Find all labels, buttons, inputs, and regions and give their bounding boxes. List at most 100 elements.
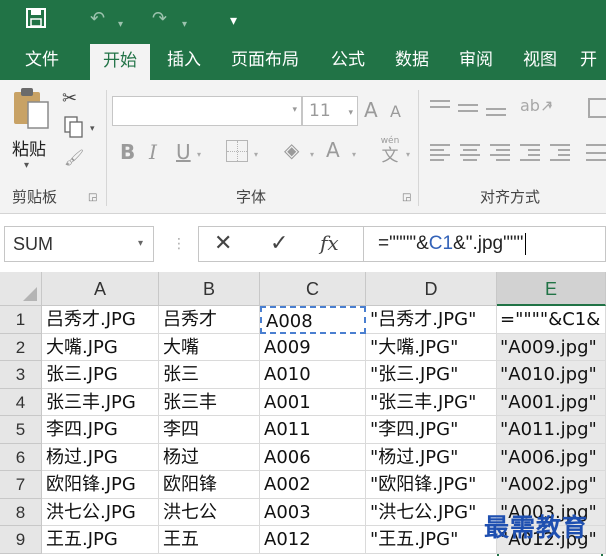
cell-e6[interactable]: "A006.jpg" bbox=[497, 443, 606, 471]
cell-c1[interactable]: A008 bbox=[260, 306, 366, 334]
cell-c9[interactable]: A012 bbox=[260, 526, 366, 554]
cell-e5[interactable]: "A011.jpg" bbox=[497, 416, 606, 444]
row-header[interactable]: 7 bbox=[0, 471, 42, 499]
name-box-dropdown-icon[interactable]: ▾ bbox=[138, 227, 143, 261]
undo-dropdown-icon[interactable]: ▾ bbox=[118, 14, 123, 36]
formula-bar-resize-handle[interactable]: ⋮ bbox=[172, 236, 186, 252]
row-header[interactable]: 9 bbox=[0, 526, 42, 554]
cell-c5[interactable]: A011 bbox=[260, 416, 366, 444]
cell-e3[interactable]: "A010.jpg" bbox=[497, 361, 606, 389]
tab-file[interactable]: 文件 bbox=[14, 40, 70, 80]
save-icon[interactable] bbox=[26, 8, 46, 28]
fill-color-icon[interactable]: ◈ bbox=[284, 138, 299, 162]
copy-icon[interactable] bbox=[64, 116, 84, 138]
wrap-text-icon[interactable] bbox=[588, 98, 606, 118]
cell-c4[interactable]: A001 bbox=[260, 388, 366, 416]
cell-a2[interactable]: 大嘴.JPG bbox=[42, 333, 159, 361]
paste-icon[interactable] bbox=[10, 86, 50, 130]
borders-dropdown-icon[interactable]: ▾ bbox=[254, 150, 258, 159]
cell-b1[interactable]: 吕秀才 bbox=[159, 306, 260, 334]
insert-function-icon[interactable]: fx bbox=[320, 231, 339, 255]
row-header[interactable]: 8 bbox=[0, 498, 42, 526]
cell-a3[interactable]: 张三.JPG bbox=[42, 361, 159, 389]
cell-d7[interactable]: "欧阳锋.JPG" bbox=[366, 471, 497, 499]
top-align-icon[interactable] bbox=[430, 100, 450, 116]
tab-data[interactable]: 数据 bbox=[384, 40, 440, 80]
cell-e7[interactable]: "A002.jpg" bbox=[497, 471, 606, 499]
cell-a7[interactable]: 欧阳锋.JPG bbox=[42, 471, 159, 499]
increase-font-size-icon[interactable]: A bbox=[364, 98, 378, 122]
cell-d1[interactable]: "吕秀才.JPG" bbox=[366, 306, 497, 334]
cell-b3[interactable]: 张三 bbox=[159, 361, 260, 389]
align-center-icon[interactable] bbox=[460, 144, 480, 161]
decrease-font-size-icon[interactable]: A bbox=[390, 102, 401, 121]
format-painter-icon[interactable]: 🖌 bbox=[64, 148, 84, 167]
cell-e2[interactable]: "A009.jpg" bbox=[497, 333, 606, 361]
cell-b8[interactable]: 洪七公 bbox=[159, 498, 260, 526]
phonetic-dropdown-icon[interactable]: ▾ bbox=[406, 150, 410, 159]
redo-icon[interactable]: ↷ bbox=[152, 8, 167, 30]
select-all-button[interactable] bbox=[0, 272, 42, 306]
tab-insert[interactable]: 插入 bbox=[156, 40, 212, 80]
row-header[interactable]: 6 bbox=[0, 443, 42, 471]
tab-home[interactable]: 开始 bbox=[90, 44, 150, 80]
italic-button[interactable]: I bbox=[149, 140, 157, 164]
font-name-dropdown-icon[interactable]: ▾ bbox=[292, 105, 297, 115]
row-header[interactable]: 5 bbox=[0, 416, 42, 444]
cell-a8[interactable]: 洪七公.JPG bbox=[42, 498, 159, 526]
row-header[interactable]: 1 bbox=[0, 306, 42, 334]
row-header[interactable]: 2 bbox=[0, 333, 42, 361]
font-size-combobox[interactable]: 11 ▾ bbox=[302, 96, 358, 126]
column-header-c[interactable]: C bbox=[260, 272, 366, 306]
tab-developer[interactable]: 开 bbox=[580, 40, 606, 80]
name-box[interactable]: SUM ▾ bbox=[4, 226, 154, 262]
bottom-align-icon[interactable] bbox=[486, 104, 506, 120]
undo-icon[interactable]: ↶ bbox=[90, 8, 105, 30]
font-size-dropdown-icon[interactable]: ▾ bbox=[348, 99, 353, 127]
clipboard-launcher-icon[interactable]: ◲ bbox=[88, 192, 97, 203]
merge-center-icon[interactable] bbox=[586, 144, 606, 161]
cell-d8[interactable]: "洪七公.JPG" bbox=[366, 498, 497, 526]
font-color-icon[interactable]: A bbox=[326, 138, 340, 162]
cell-d5[interactable]: "李四.JPG" bbox=[366, 416, 497, 444]
cell-a5[interactable]: 李四.JPG bbox=[42, 416, 159, 444]
cell-c8[interactable]: A003 bbox=[260, 498, 366, 526]
paste-button[interactable]: 粘贴 bbox=[12, 135, 46, 160]
orientation-dropdown-icon[interactable]: ▾ bbox=[548, 102, 552, 111]
cell-b2[interactable]: 大嘴 bbox=[159, 333, 260, 361]
tab-review[interactable]: 审阅 bbox=[448, 40, 504, 80]
cell-b4[interactable]: 张三丰 bbox=[159, 388, 260, 416]
fill-color-dropdown-icon[interactable]: ▾ bbox=[310, 150, 314, 159]
decrease-indent-icon[interactable] bbox=[520, 144, 540, 161]
column-header-b[interactable]: B bbox=[159, 272, 260, 306]
align-right-icon[interactable] bbox=[490, 144, 510, 161]
cell-a9[interactable]: 王五.JPG bbox=[42, 526, 159, 554]
column-header-e[interactable]: E bbox=[497, 272, 606, 306]
font-name-combobox[interactable]: ▾ bbox=[112, 96, 302, 126]
cell-e4[interactable]: "A001.jpg" bbox=[497, 388, 606, 416]
copy-dropdown-icon[interactable]: ▾ bbox=[90, 124, 95, 134]
column-header-d[interactable]: D bbox=[366, 272, 497, 306]
middle-align-icon[interactable] bbox=[458, 102, 478, 118]
borders-icon[interactable] bbox=[226, 140, 248, 162]
align-left-icon[interactable] bbox=[430, 144, 450, 161]
font-color-dropdown-icon[interactable]: ▾ bbox=[352, 150, 356, 159]
cancel-icon[interactable]: ✕ bbox=[214, 231, 232, 256]
underline-button[interactable]: U bbox=[176, 140, 191, 164]
phonetic-guide-icon[interactable]: wén 文 bbox=[376, 136, 404, 166]
cell-e1[interactable]: =""""&C1& bbox=[497, 306, 606, 334]
cell-d4[interactable]: "张三丰.JPG" bbox=[366, 388, 497, 416]
cut-icon[interactable]: ✂ bbox=[62, 88, 77, 109]
cell-a4[interactable]: 张三丰.JPG bbox=[42, 388, 159, 416]
column-header-a[interactable]: A bbox=[42, 272, 159, 306]
enter-icon[interactable]: ✓ bbox=[270, 231, 288, 256]
cell-c3[interactable]: A010 bbox=[260, 361, 366, 389]
cell-b6[interactable]: 杨过 bbox=[159, 443, 260, 471]
underline-dropdown-icon[interactable]: ▾ bbox=[197, 150, 201, 159]
bold-button[interactable]: B bbox=[120, 140, 135, 164]
paste-dropdown-icon[interactable]: ▾ bbox=[24, 160, 29, 171]
cell-b9[interactable]: 王五 bbox=[159, 526, 260, 554]
tab-formulas[interactable]: 公式 bbox=[320, 40, 376, 80]
tab-page-layout[interactable]: 页面布局 bbox=[222, 40, 308, 80]
redo-dropdown-icon[interactable]: ▾ bbox=[182, 14, 187, 36]
